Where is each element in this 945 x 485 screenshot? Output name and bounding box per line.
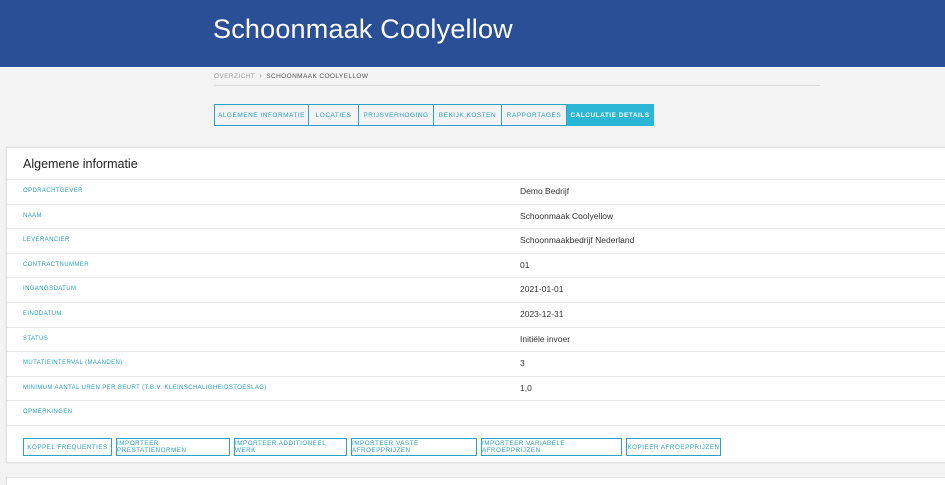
page-header: Schoonmaak Coolyellow bbox=[0, 0, 945, 67]
row-value: 01 bbox=[520, 259, 530, 270]
tab-prijsverhoging[interactable]: PRIJSVERHOGING bbox=[359, 104, 434, 126]
row-label: MUTATIEINTERVAL (MAANDEN) bbox=[23, 360, 123, 367]
info-row-contractnummer: CONTRACTNUMMER 01 bbox=[7, 254, 945, 279]
importeer-prestatienormen-button[interactable]: IMPORTEER PRESTATIENORMEN bbox=[116, 438, 230, 456]
importeer-additioneel-werk-button[interactable]: IMPORTEER ADDITIONEEL WERK bbox=[234, 438, 347, 456]
info-list: OPDRACHTGEVER Demo Bedrijf NAAM Schoonma… bbox=[7, 180, 945, 426]
info-row-ingangsdatum: INGANGSDATUM 2021-01-01 bbox=[7, 278, 945, 303]
tab-algemene-informatie[interactable]: ALGEMENE INFORMATIE bbox=[214, 104, 309, 126]
info-row-opdrachtgever: OPDRACHTGEVER Demo Bedrijf bbox=[7, 180, 945, 205]
tab-bekijk-kosten[interactable]: BEKIJK KOSTEN bbox=[434, 104, 502, 126]
info-row-mutatieinterval: MUTATIEINTERVAL (MAANDEN) 3 bbox=[7, 352, 945, 377]
info-row-opmerkingen: OPMERKINGEN bbox=[7, 401, 945, 426]
row-label: LEVERANCIER bbox=[23, 237, 70, 244]
row-value: 1,0 bbox=[520, 382, 532, 393]
next-section-card bbox=[6, 477, 945, 485]
section-title: Algemene informatie bbox=[23, 157, 138, 171]
action-buttons: KOPPEL FREQUENTIES IMPORTEER PRESTATIENO… bbox=[23, 438, 721, 456]
info-row-status: STATUS Initiële invoer bbox=[7, 328, 945, 353]
koppel-frequenties-button[interactable]: KOPPEL FREQUENTIES bbox=[23, 438, 112, 456]
row-label: OPMERKINGEN bbox=[23, 409, 73, 416]
row-label: OPDRACHTGEVER bbox=[23, 188, 83, 194]
row-value: 2023-12-31 bbox=[520, 308, 564, 319]
row-label: MINIMUM AANTAL UREN PER BEURT (T.B.V. KL… bbox=[23, 384, 267, 391]
tab-bar: ALGEMENE INFORMATIE LOCATIES PRIJSVERHOG… bbox=[214, 104, 654, 126]
row-label: STATUS bbox=[23, 335, 49, 342]
tab-calculatie-details[interactable]: CALCULATIE DETAILS bbox=[567, 104, 654, 126]
importeer-vaste-afroepprijzen-button[interactable]: IMPORTEER VASTE AFROEPPRIJZEN bbox=[351, 438, 477, 456]
importeer-variabele-afroepprijzen-button[interactable]: IMPORTEER VARIABELE AFROEPPRIJZEN bbox=[481, 438, 622, 456]
breadcrumb-overzicht-link[interactable]: OVERZICHT bbox=[214, 73, 255, 80]
chevron-right-icon: › bbox=[259, 71, 263, 80]
row-value: 3 bbox=[520, 358, 525, 369]
row-value: 2021-01-01 bbox=[520, 284, 564, 295]
tab-locaties[interactable]: LOCATIES bbox=[309, 104, 359, 126]
row-label: EINDDATUM bbox=[23, 310, 62, 317]
row-value: Schoonmaak Coolyellow bbox=[520, 210, 614, 221]
tab-rapportages[interactable]: RAPPORTAGES bbox=[502, 104, 567, 126]
info-row-leverancier: LEVERANCIER Schoonmaakbedrijf Nederland bbox=[7, 229, 945, 254]
row-label: INGANGSDATUM bbox=[23, 286, 77, 293]
row-value: Initiële invoer bbox=[520, 333, 571, 344]
info-row-minimum-uren: MINIMUM AANTAL UREN PER BEURT (T.B.V. KL… bbox=[7, 377, 945, 402]
info-row-naam: NAAM Schoonmaak Coolyellow bbox=[7, 205, 945, 230]
page-title: Schoonmaak Coolyellow bbox=[213, 14, 513, 44]
kopieer-afroepprijzen-button[interactable]: KOPIEER AFROEPPRIJZEN bbox=[626, 438, 721, 456]
breadcrumb-current: SCHOONMAAK COOLYELLOW bbox=[266, 73, 369, 80]
general-info-card: Algemene informatie OPDRACHTGEVER Demo B… bbox=[6, 147, 945, 463]
row-value: Schoonmaakbedrijf Nederland bbox=[520, 235, 635, 246]
row-value: Demo Bedrijf bbox=[520, 186, 570, 196]
breadcrumb: OVERZICHT › SCHOONMAAK COOLYELLOW bbox=[214, 72, 820, 86]
row-label: NAAM bbox=[23, 212, 42, 219]
info-row-einddatum: EINDDATUM 2023-12-31 bbox=[7, 303, 945, 328]
row-label: CONTRACTNUMMER bbox=[23, 261, 89, 268]
